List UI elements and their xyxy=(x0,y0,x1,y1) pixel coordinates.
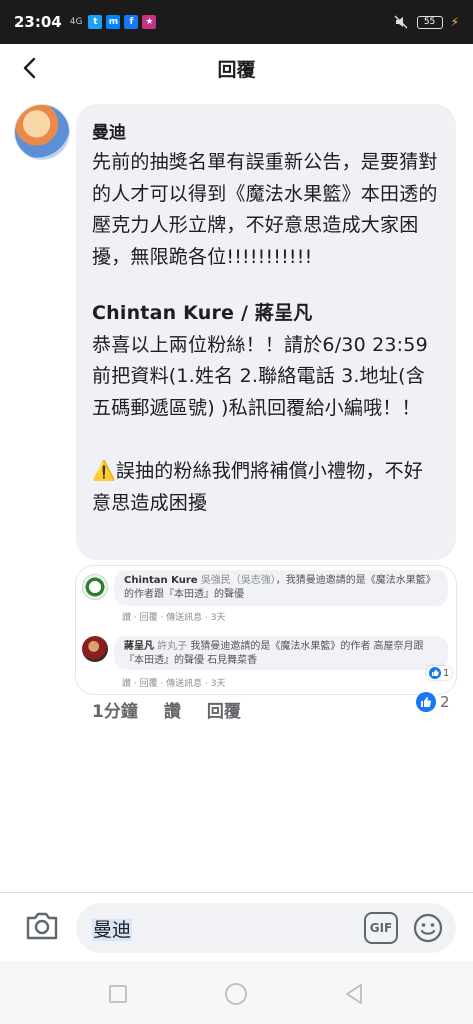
charging-icon: ⚡ xyxy=(450,15,459,29)
chevron-left-icon xyxy=(23,57,36,79)
comment-actions: 1分鐘 讚 回覆 xyxy=(92,697,241,722)
warning-text: 誤抽的粉絲我們將補償小禮物，不好意思造成困擾 xyxy=(92,460,424,514)
like-icon xyxy=(416,692,436,712)
winner-names[interactable]: Chintan Kure / 蔣呈凡 xyxy=(92,298,440,330)
comment-paragraph: ⚠️誤抽的粉絲我們將補償小禮物，不好意思造成困擾 xyxy=(92,456,440,519)
facebook-icon: f xyxy=(124,15,139,29)
home-button[interactable] xyxy=(221,979,251,1009)
warning-icon: ⚠️ xyxy=(92,460,116,482)
reply-bubble: Chintan Kure 吳強民（吳志強），我猜曼迪邀請的是《魔法水果籃》的作者… xyxy=(114,570,448,606)
reply-author[interactable]: Chintan Kure xyxy=(124,575,198,586)
camera-icon xyxy=(26,912,58,940)
battery-icon: 55 xyxy=(416,15,443,29)
comment-bubble: 曼迪 先前的抽獎名單有誤重新公告，是要猜對的人才可以得到《魔法水果籃》本田透的壓… xyxy=(76,104,456,560)
replies-card: Chintan Kure 吳強民（吳志強），我猜曼迪邀請的是《魔法水果籃》的作者… xyxy=(76,566,456,694)
reply-avatar[interactable] xyxy=(82,636,108,662)
header: 回覆 xyxy=(0,44,473,92)
reply-input[interactable]: 曼迪 GIF xyxy=(76,903,456,953)
emoji-button[interactable] xyxy=(412,912,444,944)
battery-level: 55 xyxy=(423,17,436,27)
reply-meta[interactable]: 讚 · 回覆 · 傳送訊息 · 3天 xyxy=(122,610,225,623)
square-icon xyxy=(109,985,127,1003)
reply-button[interactable]: 回覆 xyxy=(207,697,241,722)
like-button[interactable]: 讚 xyxy=(164,697,181,722)
reply-reactions[interactable]: 1 xyxy=(426,666,453,680)
comment-time: 1分鐘 xyxy=(92,702,138,722)
reply-tag[interactable]: 許丸子 xyxy=(157,641,187,652)
twitter-icon: t xyxy=(88,15,103,29)
reply-bubble: 蔣呈凡 許丸子 我猜曼迪邀請的是《魔法水果籃》的作者 高屋奈月跟『本田透』的聲優… xyxy=(114,636,448,670)
recents-button[interactable] xyxy=(103,979,133,1009)
comment-paragraph: 恭喜以上兩位粉絲！！請於6/30 23:59前把資料(1.姓名 2.聯絡電話 3… xyxy=(92,333,428,419)
reply-input-text[interactable]: 曼迪 xyxy=(92,915,133,942)
like-icon xyxy=(429,667,441,679)
status-time: 23:04 xyxy=(14,13,62,31)
comment-author[interactable]: 曼迪 xyxy=(92,118,440,143)
gif-button[interactable]: GIF xyxy=(364,912,398,944)
reply-tag[interactable]: 吳強民（吳志強） xyxy=(201,575,276,586)
reply-composer: 曼迪 GIF xyxy=(0,893,473,961)
reply-like-count: 1 xyxy=(443,667,450,679)
system-nav-bar xyxy=(0,961,473,1024)
back-button[interactable] xyxy=(14,52,46,84)
comment-reactions[interactable]: 2 xyxy=(416,692,450,712)
reply-author[interactable]: 蔣呈凡 xyxy=(124,641,154,652)
reply-meta[interactable]: 讚 · 回覆 · 傳送訊息 · 3天 xyxy=(122,676,225,689)
app-icon: ★ xyxy=(142,15,157,29)
comment-paragraph: 先前的抽獎名單有誤重新公告，是要猜對的人才可以得到《魔法水果籃》本田透的壓克力人… xyxy=(92,151,438,268)
circle-icon xyxy=(225,983,247,1005)
network-type: 4G xyxy=(69,17,83,27)
messenger-icon: m xyxy=(106,15,121,29)
camera-button[interactable] xyxy=(24,909,60,943)
page-title: 回覆 xyxy=(217,58,256,81)
smiley-icon xyxy=(413,913,443,943)
mute-icon xyxy=(394,15,408,29)
back-nav-button[interactable] xyxy=(339,979,369,1009)
avatar[interactable] xyxy=(14,104,70,160)
mention-tag: 曼迪 xyxy=(92,919,133,941)
reply-avatar[interactable] xyxy=(82,574,108,600)
status-bar: 23:04 4G t m f ★ 55 ⚡ xyxy=(0,0,473,44)
like-count: 2 xyxy=(440,693,450,711)
triangle-back-icon xyxy=(346,984,362,1004)
